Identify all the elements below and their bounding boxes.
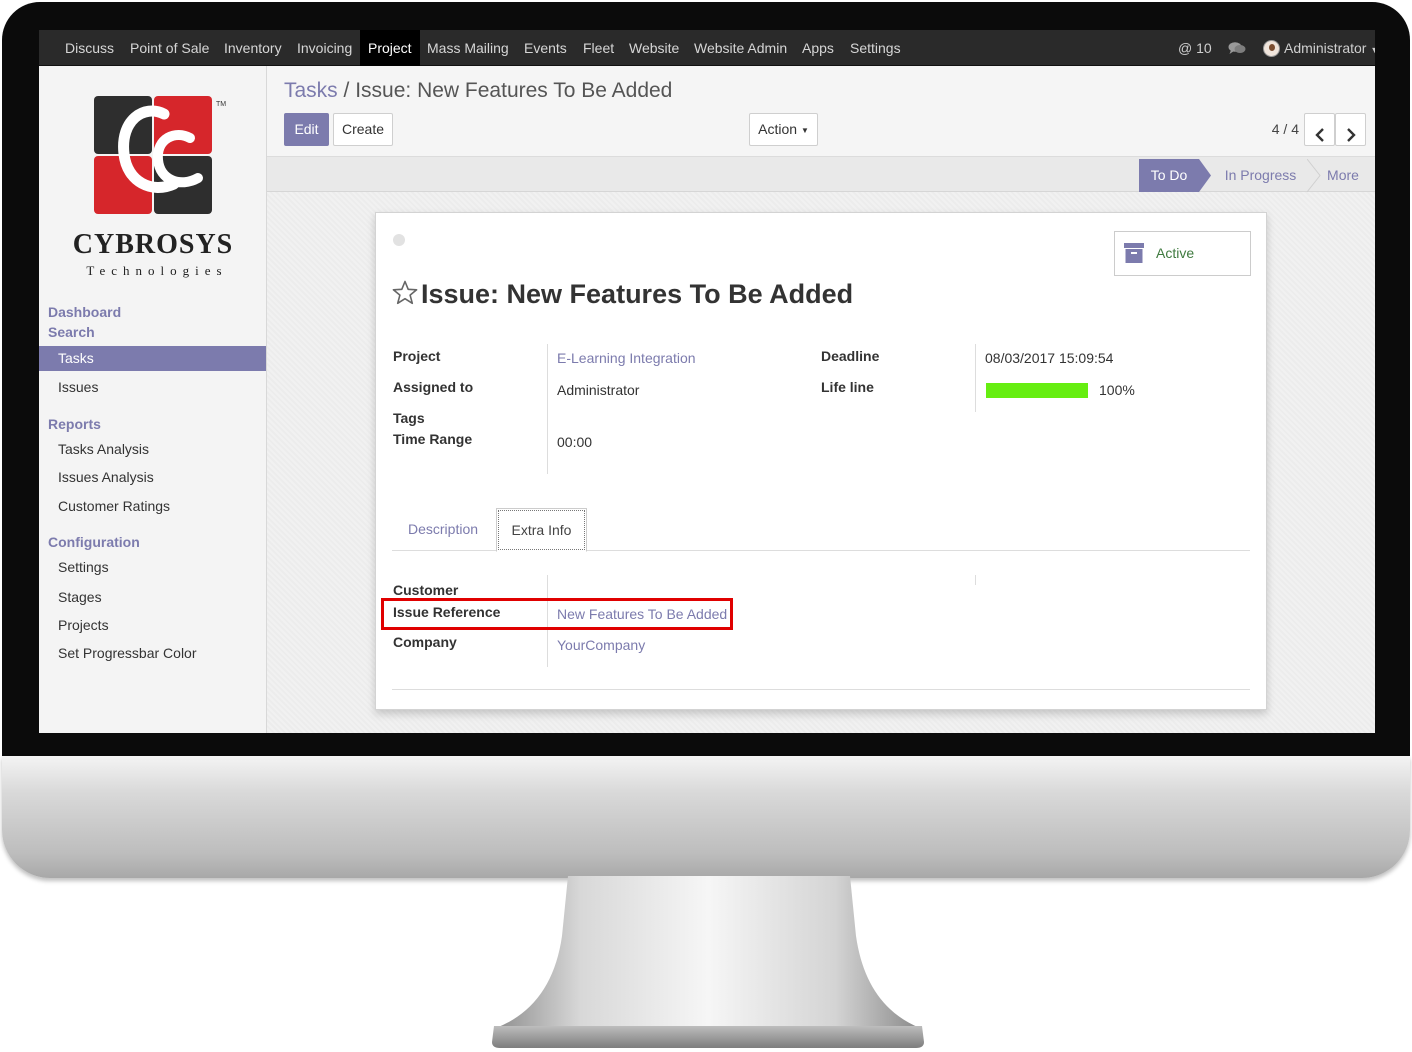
sidebar-item-issues[interactable]: Issues bbox=[39, 375, 266, 400]
issue-reference-highlight bbox=[381, 598, 733, 630]
sidebar: TM CYBROSYS Technologies Dashboard Searc… bbox=[39, 66, 267, 733]
menu-point-of-sale[interactable]: Point of Sale bbox=[122, 30, 217, 66]
chat-icon[interactable] bbox=[1228, 41, 1246, 55]
record-title: Issue: New Features To Be Added bbox=[392, 279, 853, 310]
breadcrumb: Tasks / Issue: New Features To Be Added bbox=[284, 79, 672, 103]
caret-down-icon: ▼ bbox=[1370, 45, 1375, 55]
sidebar-item-progressbar-color[interactable]: Set Progressbar Color bbox=[39, 641, 266, 666]
top-navbar: Discuss Point of Sale Inventory Invoicin… bbox=[39, 30, 1375, 66]
sidebar-dashboard[interactable]: Dashboard bbox=[48, 304, 121, 320]
sidebar-item-issues-analysis[interactable]: Issues Analysis bbox=[39, 465, 266, 490]
sidebar-item-projects[interactable]: Projects bbox=[39, 613, 266, 638]
cybrosys-logo-icon: TM bbox=[94, 96, 226, 214]
tab-description[interactable]: Description bbox=[392, 508, 494, 552]
breadcrumb-tasks[interactable]: Tasks bbox=[284, 79, 338, 102]
edit-button[interactable]: Edit bbox=[284, 113, 329, 146]
menu-website[interactable]: Website bbox=[621, 30, 687, 66]
field-divider bbox=[975, 575, 976, 585]
stage-in-progress[interactable]: In Progress bbox=[1214, 159, 1307, 192]
notebook-tabs: Description Extra Info bbox=[392, 508, 1250, 552]
sidebar-item-stages[interactable]: Stages bbox=[39, 585, 266, 610]
form-sheet: Active Issue: New Features To Be Added P… bbox=[375, 212, 1267, 710]
sidebar-item-tasks-analysis[interactable]: Tasks Analysis bbox=[39, 437, 266, 462]
control-panel: Tasks / Issue: New Features To Be Added … bbox=[267, 66, 1375, 157]
pager-value: 4 / 4 bbox=[1271, 121, 1299, 137]
field-divider bbox=[547, 344, 548, 474]
sidebar-item-customer-ratings[interactable]: Customer Ratings bbox=[39, 494, 266, 519]
company-value[interactable]: YourCompany bbox=[557, 637, 645, 653]
tags-label: Tags bbox=[393, 410, 425, 426]
create-button[interactable]: Create bbox=[333, 113, 393, 146]
stage-to-do[interactable]: To Do bbox=[1139, 159, 1199, 192]
menu-events[interactable]: Events bbox=[516, 30, 575, 66]
sidebar-item-settings[interactable]: Settings bbox=[39, 555, 266, 580]
breadcrumb-current: Issue: New Features To Be Added bbox=[355, 79, 673, 102]
caret-down-icon: ▼ bbox=[800, 126, 809, 135]
logo-tm: TM bbox=[216, 101, 226, 108]
assigned-label: Assigned to bbox=[393, 379, 474, 395]
active-toggle-button[interactable]: Active bbox=[1114, 231, 1251, 276]
sidebar-configuration: Configuration bbox=[48, 534, 140, 550]
menu-invoicing[interactable]: Invoicing bbox=[289, 30, 360, 66]
sheet-bottom-divider bbox=[392, 689, 1250, 690]
menu-mass-mailing[interactable]: Mass Mailing bbox=[419, 30, 517, 66]
stage-separator bbox=[1307, 159, 1321, 192]
lifeline-progress-fill bbox=[986, 383, 1088, 398]
sidebar-item-tasks[interactable]: Tasks bbox=[39, 346, 266, 371]
logo-tagline: Technologies bbox=[86, 263, 228, 278]
menu-apps[interactable]: Apps bbox=[794, 30, 842, 66]
tab-extra-info[interactable]: Extra Info bbox=[496, 508, 587, 552]
star-icon[interactable] bbox=[392, 280, 418, 306]
form-content: Active Issue: New Features To Be Added P… bbox=[267, 192, 1375, 733]
time-range-value: 00:00 bbox=[557, 434, 593, 450]
deadline-label: Deadline bbox=[821, 348, 880, 364]
breadcrumb-separator: / bbox=[343, 79, 350, 102]
menu-fleet[interactable]: Fleet bbox=[575, 30, 622, 66]
screen: Discuss Point of Sale Inventory Invoicin… bbox=[39, 30, 1375, 733]
assigned-value: Administrator bbox=[557, 382, 640, 398]
stage-statusbar: To Do In Progress More bbox=[267, 157, 1375, 192]
menu-project[interactable]: Project bbox=[360, 30, 420, 66]
kanban-state-indicator[interactable] bbox=[393, 234, 405, 246]
field-divider bbox=[975, 344, 976, 412]
lifeline-label: Life line bbox=[821, 379, 874, 395]
record-title-text: Issue: New Features To Be Added bbox=[421, 279, 854, 309]
lifeline-value: 100% bbox=[1099, 382, 1135, 398]
user-menu[interactable]: Administrator ▼ bbox=[1263, 30, 1375, 66]
action-label: Action bbox=[758, 121, 798, 137]
mentions-counter[interactable]: @ 10 bbox=[1178, 30, 1212, 66]
avatar bbox=[1263, 40, 1280, 57]
stage-more[interactable]: More bbox=[1321, 159, 1365, 192]
active-label: Active bbox=[1156, 245, 1195, 261]
monitor-stand bbox=[492, 876, 924, 1048]
time-range-label: Time Range bbox=[393, 431, 473, 447]
sidebar-search[interactable]: Search bbox=[48, 324, 95, 340]
menu-inventory[interactable]: Inventory bbox=[216, 30, 290, 66]
sidebar-reports: Reports bbox=[48, 416, 101, 432]
menu-discuss[interactable]: Discuss bbox=[57, 30, 122, 66]
lifeline-progress-bar bbox=[986, 383, 1088, 398]
project-value[interactable]: E-Learning Integration bbox=[557, 350, 696, 366]
pager-previous-button[interactable] bbox=[1304, 113, 1335, 146]
project-label: Project bbox=[393, 348, 441, 364]
menu-website-admin[interactable]: Website Admin bbox=[686, 30, 795, 66]
user-name: Administrator bbox=[1284, 40, 1367, 56]
logo-name: CYBROSYS bbox=[72, 229, 234, 260]
archive-icon bbox=[1124, 243, 1144, 263]
company-logo: TM CYBROSYS Technologies bbox=[39, 66, 267, 286]
company-label: Company bbox=[393, 634, 457, 650]
action-dropdown[interactable]: Action ▼ bbox=[749, 113, 818, 146]
menu-settings[interactable]: Settings bbox=[842, 30, 909, 66]
chevron-right-icon bbox=[1346, 128, 1356, 142]
pager-next-button[interactable] bbox=[1335, 113, 1366, 146]
monitor-chin bbox=[2, 756, 1410, 878]
stage-arrow bbox=[1199, 159, 1211, 192]
customer-label: Customer bbox=[393, 582, 459, 598]
chevron-left-icon bbox=[1314, 128, 1324, 142]
deadline-value: 08/03/2017 15:09:54 bbox=[985, 350, 1114, 366]
